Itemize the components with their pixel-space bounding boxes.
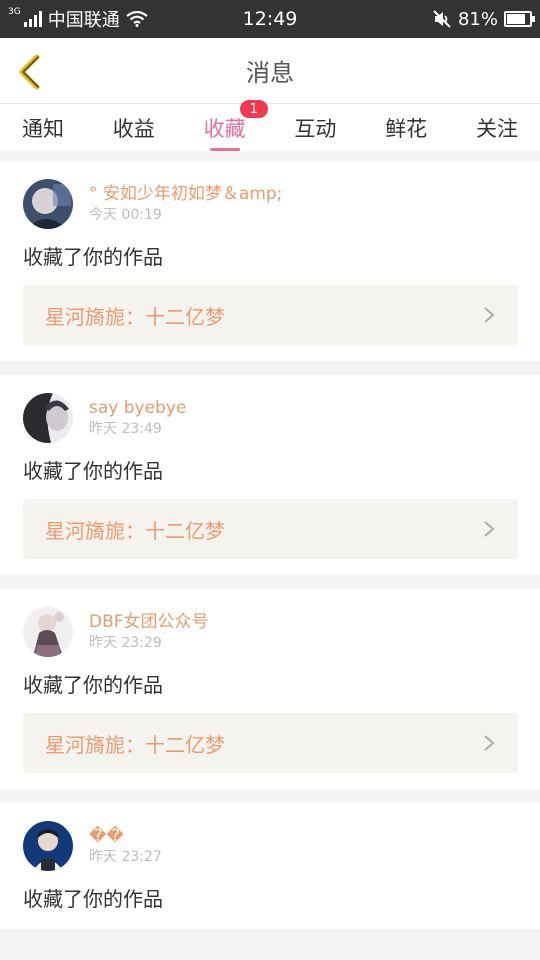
back-button[interactable] (12, 52, 48, 92)
tab-earnings[interactable]: 收益 (113, 104, 155, 151)
work-title: 星河旖旎：十二亿梦 (45, 304, 225, 329)
work-link[interactable]: 星河旖旎：十二亿梦 (23, 713, 518, 773)
message-card: DBF女团公众号 昨天 23:29 收藏了你的作品 星河旖旎：十二亿梦 (0, 589, 540, 789)
work-link[interactable]: 星河旖旎：十二亿梦 (23, 285, 518, 345)
timestamp: 今天 00:19 (89, 207, 162, 223)
network-type: 3G (8, 7, 21, 17)
header: 消息 (0, 38, 540, 104)
work-link[interactable]: 星河旖旎：十二亿梦 (23, 499, 518, 559)
tab-follows[interactable]: 关注 (476, 104, 518, 151)
action-text: 收藏了你的作品 (23, 245, 163, 269)
user-row: ° 安如少年初如梦＆amp; 今天 00:19 (23, 179, 518, 229)
tab-favorites[interactable]: 收藏 1 (203, 100, 268, 151)
chevron-right-icon (484, 521, 495, 537)
user-meta: say byebye 昨天 23:49 (89, 397, 186, 439)
user-row: �� 昨天 23:27 (23, 821, 518, 871)
tab-flowers[interactable]: 鲜花 (385, 104, 427, 151)
avatar[interactable] (23, 821, 73, 871)
user-row: DBF女团公众号 昨天 23:29 (23, 607, 518, 657)
tab-label: 收益 (112, 116, 155, 141)
chevron-left-icon (19, 54, 40, 90)
tab-label: 收藏 (203, 116, 246, 141)
carrier-name: 中国联通 (47, 10, 120, 31)
user-name[interactable]: �� (89, 825, 162, 847)
tab-label: 关注 (475, 116, 518, 141)
tab-label: 互动 (294, 116, 337, 141)
status-bar: 3G 中国联通 12:49 81% (0, 0, 540, 38)
battery-percent: 81% (457, 8, 498, 30)
tab-bar: 通知 收益 收藏 1 互动 鲜花 关注 (0, 100, 540, 151)
status-right: 81% (432, 8, 535, 30)
tab-notifications[interactable]: 通知 (22, 104, 64, 151)
user-meta: �� 昨天 23:27 (89, 825, 162, 867)
work-title: 星河旖旎：十二亿梦 (45, 732, 225, 757)
action-text: 收藏了你的作品 (23, 673, 163, 697)
avatar[interactable] (23, 393, 73, 443)
message-card: �� 昨天 23:27 收藏了你的作品 (0, 803, 540, 929)
user-name[interactable]: ° 安如少年初如梦＆amp; (89, 183, 282, 205)
page-title: 消息 (246, 59, 294, 87)
action-text: 收藏了你的作品 (23, 459, 163, 483)
timestamp: 昨天 23:49 (89, 421, 162, 437)
chevron-right-icon (484, 307, 495, 323)
unread-badge: 1 (239, 100, 268, 118)
timestamp: 昨天 23:29 (89, 635, 162, 651)
battery-level (507, 14, 525, 24)
status-left: 3G 中国联通 (8, 6, 148, 32)
user-meta: ° 安如少年初如梦＆amp; 今天 00:19 (89, 183, 282, 225)
action-text: 收藏了你的作品 (23, 887, 163, 911)
user-row: say byebye 昨天 23:49 (23, 393, 518, 443)
user-meta: DBF女团公众号 昨天 23:29 (89, 611, 209, 653)
avatar[interactable] (23, 179, 73, 229)
work-title: 星河旖旎：十二亿梦 (45, 518, 225, 543)
wifi-icon (126, 11, 148, 27)
tab-interactions[interactable]: 互动 (294, 104, 336, 151)
chevron-right-icon (484, 735, 495, 751)
message-list: ° 安如少年初如梦＆amp; 今天 00:19 收藏了你的作品 星河旖旎：十二亿… (0, 151, 540, 929)
tab-label: 鲜花 (385, 116, 428, 141)
clock: 12:49 (242, 8, 298, 30)
message-card: ° 安如少年初如梦＆amp; 今天 00:19 收藏了你的作品 星河旖旎：十二亿… (0, 161, 540, 361)
user-name[interactable]: DBF女团公众号 (89, 611, 209, 633)
message-card: say byebye 昨天 23:49 收藏了你的作品 星河旖旎：十二亿梦 (0, 375, 540, 575)
avatar[interactable] (23, 607, 73, 657)
signal-icon (23, 11, 42, 27)
tab-label: 通知 (22, 116, 64, 141)
user-name[interactable]: say byebye (89, 397, 186, 419)
mute-icon (433, 10, 451, 28)
timestamp: 昨天 23:27 (89, 849, 162, 865)
battery-icon (504, 11, 535, 27)
